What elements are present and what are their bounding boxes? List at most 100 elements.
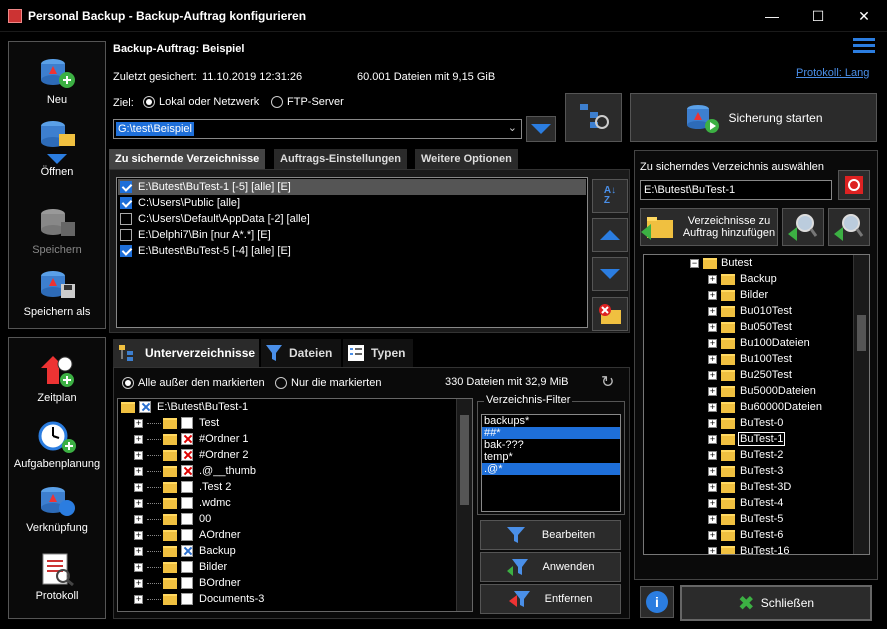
tree-item[interactable]: + BuTest-2 <box>644 447 869 463</box>
tree-item[interactable]: + Backup <box>644 271 869 287</box>
subdir-item[interactable]: + #Ordner 1 <box>118 431 472 447</box>
checkbox-icon[interactable] <box>181 561 193 574</box>
subdir-item[interactable]: +00 <box>118 511 472 527</box>
tree-root[interactable]: − Butest <box>644 255 869 271</box>
filter-item[interactable]: .@* <box>482 463 620 475</box>
subdir-item[interactable]: + AOrdner <box>118 527 472 543</box>
open-button[interactable]: Öffnen <box>9 118 105 178</box>
start-backup-button[interactable]: Sicherung starten <box>630 93 877 142</box>
filter-edit-button[interactable]: Bearbeiten <box>480 520 621 550</box>
expand-icon[interactable]: + <box>134 578 143 588</box>
expand-icon[interactable]: + <box>134 514 143 524</box>
subdir-item[interactable]: + Test <box>118 415 472 431</box>
target-info-button[interactable] <box>565 93 622 142</box>
expand-icon[interactable]: + <box>134 482 143 492</box>
move-down-button[interactable] <box>592 257 628 291</box>
tree-item[interactable]: + Bu250Test <box>644 367 869 383</box>
expand-icon[interactable]: + <box>708 306 717 316</box>
tree-item[interactable]: + Bu010Test <box>644 303 869 319</box>
directory-checkbox[interactable] <box>120 197 132 210</box>
directory-checkbox[interactable] <box>120 213 132 226</box>
tab-more-options[interactable]: Weitere Optionen <box>415 149 518 169</box>
filter-remove-button[interactable]: Entfernen <box>480 584 621 614</box>
minimize-button[interactable]: — <box>749 0 795 32</box>
expand-icon[interactable]: + <box>708 402 717 412</box>
shortcut-button[interactable]: Verknüpfung <box>9 484 105 534</box>
refresh-icon[interactable]: ↻ <box>601 372 614 392</box>
move-up-button[interactable] <box>592 218 628 252</box>
scroll-thumb[interactable] <box>460 415 469 505</box>
tree-item[interactable]: + BuTest-6 <box>644 527 869 543</box>
option-all-except-radio[interactable]: Alle außer den markierten <box>122 377 265 390</box>
subdir-item[interactable]: + Backup <box>118 543 472 559</box>
tree-item[interactable]: + BuTest-16 <box>644 543 869 554</box>
filter-item[interactable]: temp* <box>482 451 620 463</box>
protocol-link[interactable]: Protokoll: Lang <box>796 67 869 79</box>
exclude-red-icon[interactable] <box>181 433 193 446</box>
expand-icon[interactable]: + <box>708 338 717 348</box>
subdir-item[interactable]: + .Test 2 <box>118 479 472 495</box>
tree-item[interactable]: + BuTest-5 <box>644 511 869 527</box>
filter-item[interactable]: backups* <box>482 415 620 427</box>
target-local-radio[interactable]: Lokal oder Netzwerk <box>143 96 259 109</box>
tab-subdirectories[interactable]: Unterverzeichnisse <box>113 339 259 367</box>
filter-item[interactable]: bak-??? <box>482 439 620 451</box>
directory-row[interactable]: E:\Delphi7\Bin [nur A*.*] [E] <box>118 227 586 243</box>
exclude-red-icon[interactable] <box>181 465 193 478</box>
expand-icon[interactable]: + <box>134 530 143 540</box>
tree-item[interactable]: + Bilder <box>644 287 869 303</box>
swap-directory-button[interactable] <box>838 170 870 200</box>
exclude-blue-icon[interactable] <box>181 545 193 558</box>
expand-icon[interactable]: + <box>708 530 717 540</box>
expand-icon[interactable]: + <box>708 290 717 300</box>
tab-directories[interactable]: Zu sichernde Verzeichnisse <box>109 149 266 169</box>
tree-item[interactable]: + BuTest-1 <box>644 431 869 447</box>
directory-row[interactable]: C:\Users\Default\AppData [-2] [alle] <box>118 211 586 227</box>
filter-item[interactable]: ##* <box>482 427 620 439</box>
expand-icon[interactable]: + <box>708 274 717 284</box>
expand-icon[interactable]: + <box>134 546 143 556</box>
subdir-item[interactable]: + Bilder <box>118 559 472 575</box>
close-window-button[interactable]: ✕ <box>841 0 887 32</box>
save-button[interactable]: Speichern <box>9 206 105 256</box>
expand-icon[interactable]: + <box>708 514 717 524</box>
search-add-button[interactable] <box>782 208 824 246</box>
save-as-button[interactable]: Speichern als <box>9 268 105 318</box>
checkbox-icon[interactable] <box>181 577 193 590</box>
expand-icon[interactable]: + <box>134 594 143 604</box>
directory-tree-scrollbar[interactable] <box>853 255 869 554</box>
expand-icon[interactable]: + <box>708 482 717 492</box>
tree-item[interactable]: + Bu5000Dateien <box>644 383 869 399</box>
tree-item[interactable]: + Bu100Test <box>644 351 869 367</box>
directory-row[interactable]: E:\Butest\BuTest-5 [-4] [alle] [E] <box>118 243 586 259</box>
log-button[interactable]: Protokoll <box>9 552 105 602</box>
checkbox-icon[interactable] <box>181 417 193 430</box>
sort-az-button[interactable]: A↓ Z <box>592 179 628 213</box>
directory-checkbox[interactable] <box>120 181 132 194</box>
expand-icon[interactable]: + <box>708 434 717 444</box>
expand-icon[interactable]: + <box>134 562 143 572</box>
expand-icon[interactable]: + <box>708 546 717 554</box>
expand-icon[interactable]: + <box>708 354 717 364</box>
expand-icon[interactable]: + <box>708 450 717 460</box>
remove-directory-button[interactable] <box>592 297 628 331</box>
expand-icon[interactable]: + <box>708 498 717 508</box>
expand-icon[interactable]: + <box>134 466 143 476</box>
checkbox-icon[interactable] <box>181 481 193 494</box>
tree-item[interactable]: + BuTest-3D <box>644 479 869 495</box>
exclude-red-icon[interactable] <box>181 449 193 462</box>
new-button[interactable]: Neu <box>9 56 105 106</box>
expand-icon[interactable]: + <box>708 322 717 332</box>
maximize-button[interactable]: ☐ <box>795 0 841 32</box>
directory-checkbox[interactable] <box>120 245 132 258</box>
expand-icon[interactable]: + <box>134 450 143 460</box>
tree-item[interactable]: + BuTest-4 <box>644 495 869 511</box>
tree-item[interactable]: + BuTest-0 <box>644 415 869 431</box>
checkbox-icon[interactable] <box>181 529 193 542</box>
tree-item[interactable]: + Bu100Dateien <box>644 335 869 351</box>
expand-icon[interactable]: + <box>708 370 717 380</box>
tree-item[interactable]: + Bu60000Dateien <box>644 399 869 415</box>
expand-icon[interactable]: + <box>134 434 143 444</box>
tab-files[interactable]: Dateien <box>261 339 341 367</box>
tree-item[interactable]: + BuTest-3 <box>644 463 869 479</box>
